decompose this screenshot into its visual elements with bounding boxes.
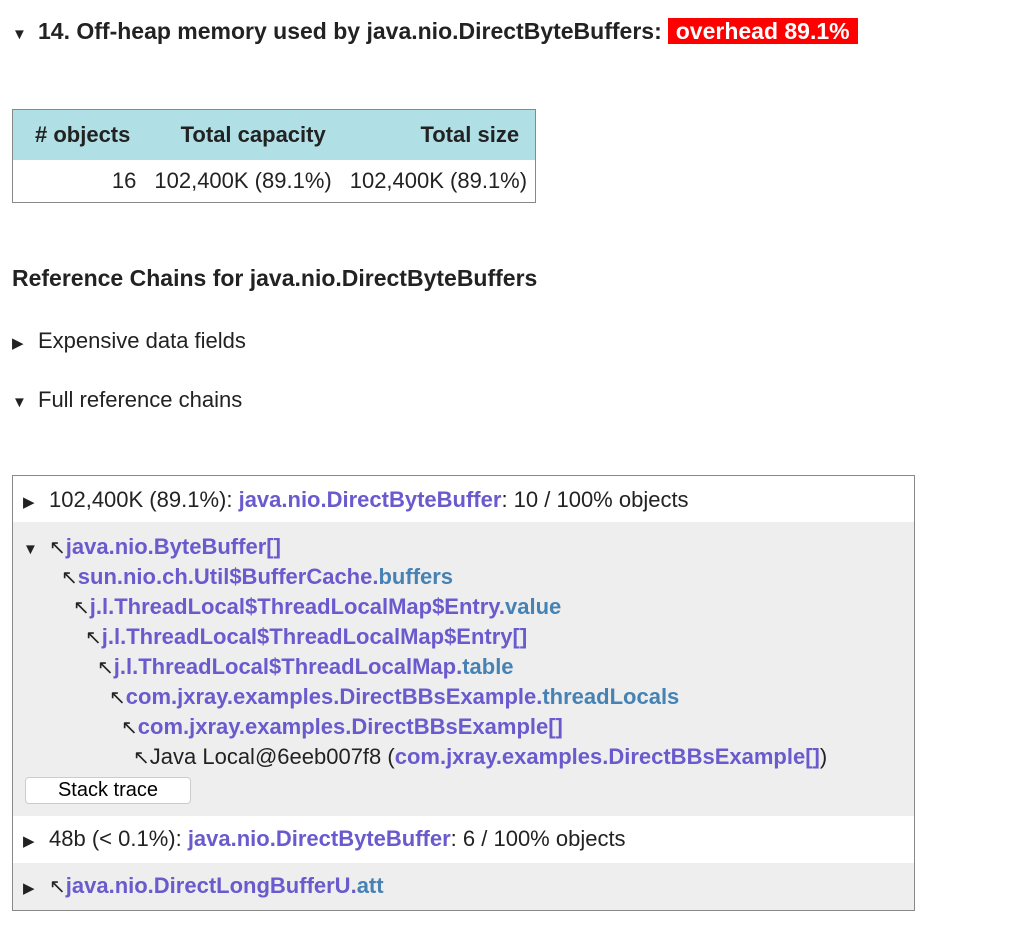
col-size: Total size: [339, 109, 536, 160]
cell-capacity: 102,400K (89.1%): [154, 168, 332, 193]
class-link[interactable]: j.l.ThreadLocal$ThreadLocalMap$Entry.: [90, 594, 505, 619]
ref-chains-title: Reference Chains for java.nio.DirectByte…: [12, 265, 538, 291]
col-capacity: Total capacity: [144, 109, 340, 160]
cell-objects: 16: [111, 168, 137, 193]
chain-line: ↖com.jxray.examples.DirectBBsExample.thr…: [109, 682, 679, 713]
class-link[interactable]: java.nio.DirectLongBufferU.: [66, 873, 357, 898]
ref-arrow-icon: ↖: [49, 876, 66, 898]
ref-arrow-icon: ↖: [97, 657, 114, 679]
chain-line: ↖j.l.ThreadLocal$ThreadLocalMap$Entry.va…: [73, 592, 561, 623]
section-title: 14. Off-heap memory used by java.nio.Dir…: [38, 18, 662, 44]
class-link[interactable]: java.nio.DirectByteBuffer: [188, 826, 451, 851]
class-link[interactable]: com.jxray.examples.DirectBBsExample.: [126, 684, 543, 709]
count-text: : 6 / 100% objects: [450, 826, 626, 851]
count-text: : 10 / 100% objects: [501, 487, 689, 512]
chain-row[interactable]: ▶ ↖java.nio.DirectLongBufferU.att: [13, 863, 914, 910]
chain-expanded: ▼ Stack trace ↖java.nio.ByteBuffer[] ↖sun…: [13, 522, 914, 816]
chain-line: ↖j.l.ThreadLocal$ThreadLocalMap.table: [97, 652, 514, 683]
ref-arrow-icon: ↖: [109, 687, 126, 709]
stack-trace-button[interactable]: Stack trace: [25, 777, 191, 804]
root-text: Java Local@6eeb007f8 (: [149, 744, 395, 769]
cell-size: 102,400K (89.1%): [349, 168, 528, 193]
field-link[interactable]: value: [505, 594, 561, 619]
class-link[interactable]: j.l.ThreadLocal$ThreadLocalMap$Entry[]: [102, 624, 527, 649]
chain-line: ↖sun.nio.ch.Util$BufferCache.buffers: [61, 562, 453, 593]
class-link[interactable]: com.jxray.examples.DirectBBsExample[]: [138, 714, 563, 739]
ref-arrow-icon: ↖: [121, 717, 138, 739]
expanded-triangle-icon[interactable]: ▼: [23, 535, 49, 565]
collapsed-triangle-icon[interactable]: ▶: [23, 827, 49, 857]
chain-row[interactable]: ▶ 102,400K (89.1%): java.nio.DirectByteBu…: [13, 476, 914, 522]
toggle-expensive-fields[interactable]: ▶ Expensive data fields: [12, 328, 246, 354]
ref-arrow-icon: ↖: [73, 597, 90, 619]
size-text: 48b (< 0.1%):: [49, 826, 188, 851]
summary-table: # objects Total capacity Total size 16 102,…: [12, 109, 537, 203]
field-link[interactable]: att: [357, 873, 384, 898]
root-close: ): [819, 744, 828, 769]
toggle-label: Expensive data fields: [38, 328, 246, 353]
class-link[interactable]: sun.nio.ch.Util$BufferCache.: [78, 564, 379, 589]
expanded-triangle-icon[interactable]: ▼: [12, 26, 38, 43]
class-link[interactable]: java.nio.ByteBuffer[]: [66, 534, 281, 559]
collapsed-triangle-icon[interactable]: ▶: [23, 488, 49, 518]
class-link[interactable]: j.l.ThreadLocal$ThreadLocalMap.: [114, 654, 462, 679]
class-link[interactable]: com.jxray.examples.DirectBBsExample[]: [395, 744, 820, 769]
section-heading[interactable]: ▼ 14. Off-heap memory used by java.nio.Di…: [12, 18, 858, 45]
ref-arrow-icon: ↖: [85, 627, 102, 649]
table-row: 16 102,400K (89.1%) 102,400K (89.1%): [13, 160, 536, 203]
collapsed-triangle-icon: ▶: [12, 335, 24, 352]
ref-arrow-icon: ↖: [133, 747, 150, 769]
ref-arrow-icon: ↖: [49, 537, 66, 559]
class-link[interactable]: java.nio.DirectByteBuffer: [239, 487, 502, 512]
field-link[interactable]: buffers: [378, 564, 453, 589]
field-link[interactable]: table: [462, 654, 513, 679]
overhead-badge: overhead 89.1%: [667, 18, 858, 44]
size-text: 102,400K (89.1%):: [49, 487, 239, 512]
toggle-full-chains[interactable]: ▼ Full reference chains: [12, 387, 242, 413]
col-objects: # objects: [12, 109, 145, 160]
chain-row[interactable]: ▶ 48b (< 0.1%): java.nio.DirectByteBuffer…: [13, 816, 914, 863]
collapsed-triangle-icon[interactable]: ▶: [23, 874, 49, 904]
chain-line: ↖com.jxray.examples.DirectBBsExample[]: [121, 712, 563, 743]
expanded-triangle-icon: ▼: [12, 394, 27, 411]
chain-line: ↖j.l.ThreadLocal$ThreadLocalMap$Entry[]: [85, 622, 527, 653]
chain-line: ↖java.nio.ByteBuffer[]: [49, 532, 281, 563]
chain-root: ↖Java Local@6eeb007f8 (com.jxray.example…: [133, 742, 827, 773]
toggle-label: Full reference chains: [38, 387, 243, 412]
chains-panel: ▶ 102,400K (89.1%): java.nio.DirectByteBu…: [12, 475, 915, 911]
ref-arrow-icon: ↖: [61, 567, 78, 589]
field-link[interactable]: threadLocals: [542, 684, 679, 709]
